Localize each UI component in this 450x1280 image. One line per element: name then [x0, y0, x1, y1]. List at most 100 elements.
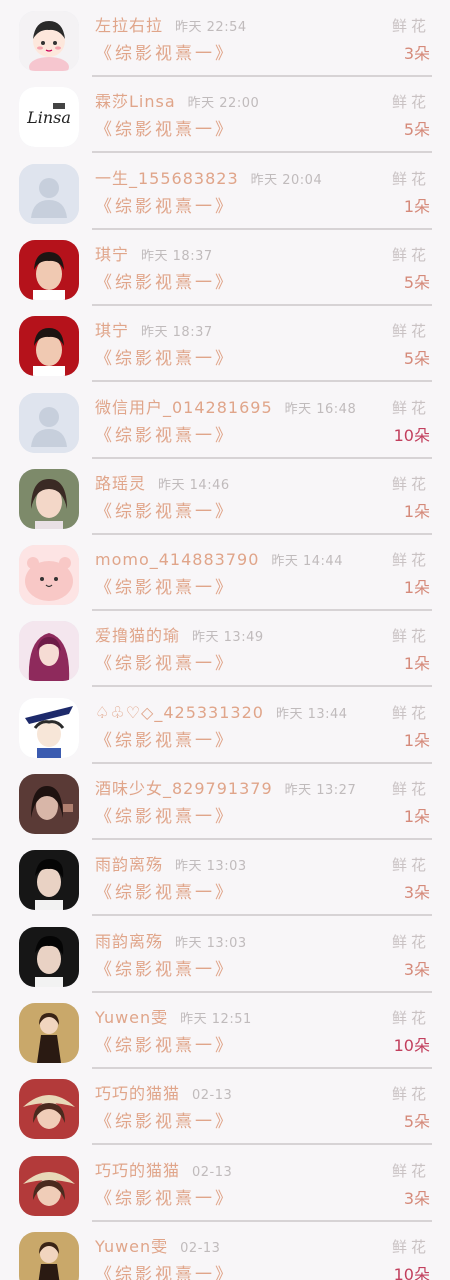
gift-type-label: 鲜花: [391, 780, 430, 798]
user-name[interactable]: 霖莎Linsa: [95, 92, 176, 111]
book-title[interactable]: 《综影视熹一》: [95, 576, 235, 600]
user-name[interactable]: 爱撸猫的瑜: [95, 626, 180, 645]
woman-hat-avatar[interactable]: [19, 1155, 79, 1216]
book-title[interactable]: 《综影视熹一》: [95, 347, 235, 371]
default-user-avatar[interactable]: [19, 163, 79, 224]
anime-girl-avatar[interactable]: [19, 621, 79, 682]
cartoon-girl-avatar[interactable]: [19, 11, 79, 71]
red-portrait-avatar[interactable]: [19, 239, 79, 300]
timestamp: 昨天 13:03: [175, 935, 247, 951]
list-item[interactable]: 巧巧的猫猫 02-13 鲜花 《综影视熹一》 5朵: [0, 1072, 450, 1148]
list-item[interactable]: 左拉右拉 昨天 22:54 鲜花 《综影视熹一》 3朵: [0, 4, 450, 80]
flower-gift-list: 左拉右拉 昨天 22:54 鲜花 《综影视熹一》 3朵 Linsa 霖莎Linsa 昨天 22…: [0, 0, 450, 1280]
linsa-logo-avatar[interactable]: Linsa: [19, 87, 79, 148]
book-title[interactable]: 《综影视熹一》: [95, 118, 235, 142]
user-name[interactable]: 巧巧的猫猫: [95, 1161, 180, 1180]
user-name[interactable]: 酒味少女_829791379: [95, 779, 273, 798]
red-portrait-avatar[interactable]: [19, 316, 79, 377]
gift-type-label: 鲜花: [391, 627, 430, 646]
man-dark-avatar[interactable]: [19, 850, 79, 911]
user-name[interactable]: 雨韵离殇: [95, 932, 163, 951]
list-item[interactable]: 雨韵离殇 昨天 13:03 鲜花 《综影视熹一》 3朵: [0, 843, 450, 919]
timestamp: 昨天 13:44: [275, 706, 348, 722]
user-name[interactable]: 雨韵离殇: [95, 855, 163, 874]
book-title[interactable]: 《综影视熹一》: [95, 500, 235, 524]
timestamp: 昨天 22:00: [187, 96, 260, 112]
vintage-woman-avatar[interactable]: [19, 1231, 79, 1280]
user-name[interactable]: momo_414883790: [95, 550, 259, 569]
divider: [92, 685, 432, 688]
book-title[interactable]: 《综影视熹一》: [95, 424, 235, 448]
divider: [92, 1066, 432, 1069]
name-line: Yuwen雯 昨天 12:51: [95, 1006, 430, 1030]
user-name[interactable]: 琪宁: [95, 245, 129, 264]
name-line: Yuwen雯 02-13: [95, 1235, 430, 1259]
name-line: momo_414883790 昨天 14:44: [95, 548, 430, 572]
anime-boy-hat-avatar[interactable]: [19, 697, 79, 758]
divider: [92, 914, 432, 917]
list-item[interactable]: 一生_155683823 昨天 20:04 鲜花 《综影视熹一》 1朵: [0, 157, 450, 233]
user-name[interactable]: 琪宁: [95, 321, 129, 340]
gift-type-label: 鲜花: [391, 551, 430, 570]
list-item[interactable]: 琪宁 昨天 18:37 鲜花 《综影视熹一》 5朵: [0, 233, 450, 309]
list-item[interactable]: 酒味少女_829791379 昨天 13:27 鲜花 《综影视熹一》 1朵: [0, 767, 450, 843]
user-name[interactable]: Yuwen雯: [95, 1237, 168, 1256]
user-name[interactable]: 路瑶灵: [95, 474, 146, 493]
book-title[interactable]: 《综影视熹一》: [95, 1263, 235, 1280]
gift-type-label: 鲜花: [391, 245, 430, 264]
list-item[interactable]: 琪宁 昨天 18:37 鲜花 《综影视熹一》 5朵: [0, 309, 450, 385]
default-user-avatar[interactable]: [19, 392, 79, 453]
gift-type-label: 鲜花: [391, 1161, 430, 1180]
book-title[interactable]: 《综影视熹一》: [95, 1187, 235, 1211]
book-title[interactable]: 《综影视熹一》: [95, 1034, 235, 1058]
gift-count: 1朵: [403, 196, 430, 216]
svg-text:Linsa: Linsa: [26, 108, 71, 127]
user-name[interactable]: 巧巧的猫猫: [95, 1084, 180, 1103]
man-dark-avatar[interactable]: [19, 926, 79, 987]
divider: [92, 303, 432, 306]
list-item[interactable]: ♤♧♡◇_425331320 昨天 13:44 鲜花 《综影视熹一》 1朵: [0, 691, 450, 767]
list-item[interactable]: 雨韵离殇 昨天 13:03 鲜花 《综影视熹一》 3朵: [0, 920, 450, 996]
book-title[interactable]: 《综影视熹一》: [95, 729, 235, 753]
divider: [92, 380, 432, 383]
gift-type-label: 鲜花: [391, 17, 430, 35]
gift-count: 5朵: [403, 349, 430, 369]
user-name[interactable]: 微信用户_014281695: [95, 398, 273, 417]
list-item[interactable]: momo_414883790 昨天 14:44 鲜花 《综影视熹一》 1朵: [0, 538, 450, 614]
book-title[interactable]: 《综影视熹一》: [95, 958, 235, 982]
list-item[interactable]: Linsa 霖莎Linsa 昨天 22:00 鲜花 《综影视熹一》 5朵: [0, 80, 450, 156]
name-line: 雨韵离殇 昨天 13:03: [95, 853, 430, 877]
gift-count: 1朵: [403, 730, 430, 750]
woman-hat-avatar[interactable]: [19, 1079, 79, 1140]
book-title[interactable]: 《综影视熹一》: [95, 805, 235, 829]
woman-portrait-avatar[interactable]: [19, 468, 79, 529]
book-title[interactable]: 《综影视熹一》: [95, 271, 235, 295]
user-name[interactable]: ♤♧♡◇_425331320: [95, 703, 264, 722]
pink-cartoon-avatar[interactable]: [19, 545, 79, 606]
divider: [92, 75, 432, 77]
list-item[interactable]: 微信用户_014281695 昨天 16:48 鲜花 《综影视熹一》 10朵: [0, 386, 450, 462]
book-title[interactable]: 《综影视熹一》: [95, 652, 235, 676]
list-item[interactable]: Yuwen雯 昨天 12:51 鲜花 《综影视熹一》 10朵: [0, 996, 450, 1072]
user-name[interactable]: 一生_155683823: [95, 169, 239, 188]
user-name[interactable]: 左拉右拉: [95, 16, 163, 35]
list-item[interactable]: Yuwen雯 02-13 鲜花 《综影视熹一》 10朵: [0, 1225, 450, 1280]
list-item[interactable]: 巧巧的猫猫 02-13 鲜花 《综影视熹一》 3朵: [0, 1149, 450, 1225]
dark-portrait-avatar[interactable]: [19, 774, 79, 834]
book-title[interactable]: 《综影视熹一》: [95, 42, 235, 66]
gift-count: 3朵: [403, 883, 430, 903]
timestamp: 昨天 18:37: [141, 325, 213, 341]
vintage-woman-avatar[interactable]: [19, 1002, 79, 1063]
timestamp: 昨天 22:54: [175, 20, 247, 35]
gift-count: 5朵: [403, 1112, 430, 1132]
list-item[interactable]: 路瑶灵 昨天 14:46 鲜花 《综影视熹一》 1朵: [0, 462, 450, 538]
book-title[interactable]: 《综影视熹一》: [95, 195, 235, 219]
timestamp: 昨天 13:03: [175, 859, 247, 875]
user-name[interactable]: Yuwen雯: [95, 1008, 168, 1027]
timestamp: 昨天 20:04: [250, 172, 323, 188]
book-title[interactable]: 《综影视熹一》: [95, 1110, 235, 1134]
timestamp: 昨天 16:48: [284, 401, 357, 417]
list-item[interactable]: 爱撸猫的瑜 昨天 13:49 鲜花 《综影视熹一》 1朵: [0, 614, 450, 690]
gift-count: 10朵: [393, 425, 430, 445]
book-title[interactable]: 《综影视熹一》: [95, 881, 235, 905]
